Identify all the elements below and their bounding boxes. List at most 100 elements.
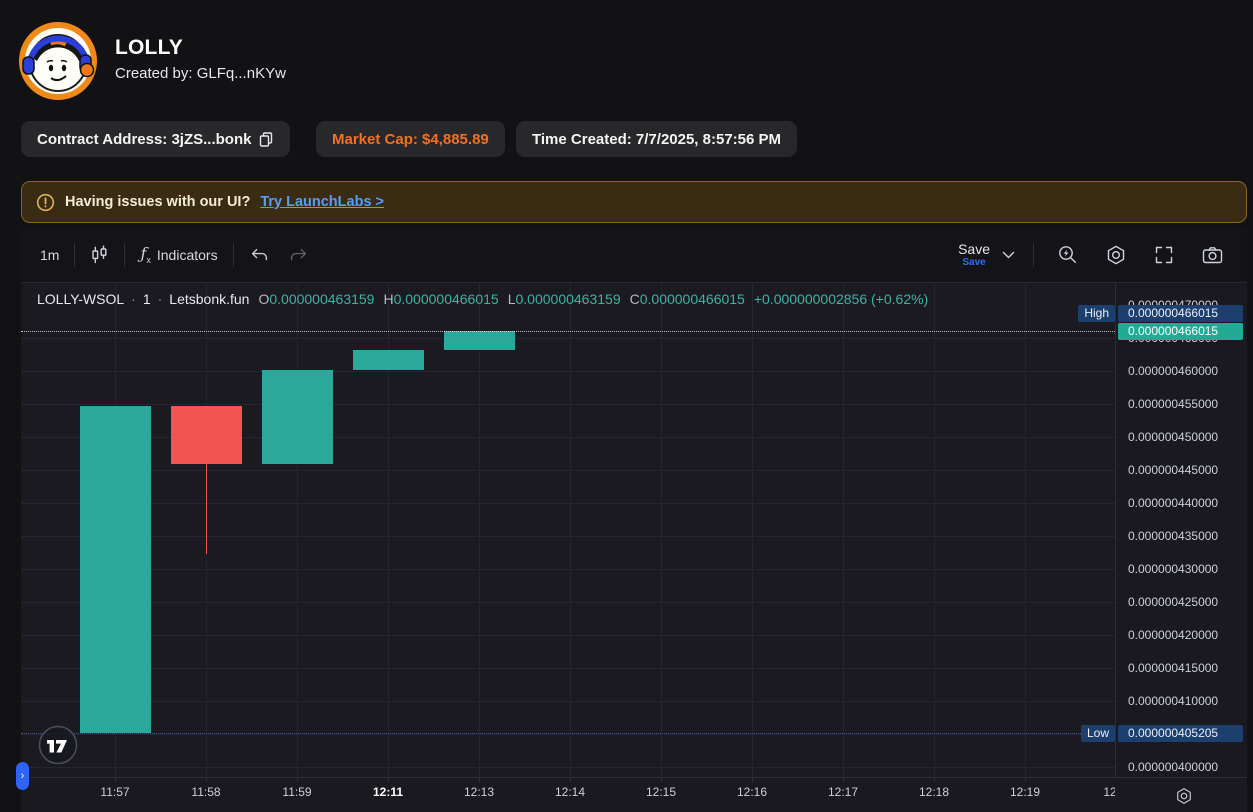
gridline-horizontal xyxy=(21,635,1115,636)
time-label: 12:17 xyxy=(828,785,858,799)
time-created-text: Time Created: 7/7/2025, 8:57:56 PM xyxy=(532,131,781,148)
time-tick xyxy=(661,778,662,782)
gridline-horizontal xyxy=(21,371,1115,372)
gridline-horizontal xyxy=(21,701,1115,702)
snapshot-button[interactable] xyxy=(1192,238,1233,272)
gridline-horizontal xyxy=(21,668,1115,669)
save-hint: Save xyxy=(962,258,985,268)
camera-icon xyxy=(1201,244,1224,266)
time-label: 12:11 xyxy=(373,785,403,799)
legend-high-value: 0.000000466015 xyxy=(394,291,499,307)
time-label: 11:57 xyxy=(100,785,129,799)
time-axis[interactable]: 11:5711:5811:5912:1112:1312:1412:1512:16… xyxy=(21,777,1247,812)
low-price-badge: 0.000000405205 xyxy=(1118,725,1243,742)
toolbar-left-group: 1m ƒx Indicators xyxy=(31,238,318,271)
left-panel-expand-tab[interactable]: › xyxy=(16,762,29,790)
contract-address-text: Contract Address: 3jZS...bonk xyxy=(37,131,251,148)
time-tick xyxy=(479,778,480,782)
gridline-horizontal xyxy=(21,503,1115,504)
market-cap-text: Market Cap: $4,885.89 xyxy=(332,131,489,148)
legend-open-key: O xyxy=(258,291,269,307)
chevron-down-icon xyxy=(1002,251,1015,260)
interval-label: 1m xyxy=(40,247,59,263)
time-label: 12:15 xyxy=(646,785,676,799)
high-tag: High xyxy=(1078,305,1115,322)
candle xyxy=(171,406,242,464)
time-tick xyxy=(843,778,844,782)
time-labels: 11:5711:5811:5912:1112:1312:1412:1512:16… xyxy=(21,778,1115,812)
gear-icon xyxy=(1105,244,1127,266)
price-tick-label: 0.000000435000 xyxy=(1128,529,1218,543)
high-price-badge: 0.000000466015 xyxy=(1118,305,1243,322)
chart-pane[interactable]: LOLLY-WSOL · 1 · Letsbonk.fun O 0.000000… xyxy=(21,283,1115,777)
current-price-line xyxy=(21,331,1115,332)
gridline-horizontal xyxy=(21,767,1115,768)
token-avatar xyxy=(18,21,98,101)
indicators-button[interactable]: ƒx Indicators xyxy=(131,238,226,271)
legend-open-value: 0.000000463159 xyxy=(269,291,374,307)
issues-banner: Having issues with our UI? Try LaunchLab… xyxy=(21,181,1247,223)
redo-button[interactable] xyxy=(279,241,318,270)
legend-symbol[interactable]: LOLLY-WSOL xyxy=(37,291,124,307)
search-lightning-icon xyxy=(1057,244,1079,266)
tradingview-logo[interactable] xyxy=(38,725,78,765)
candlestick-icon xyxy=(90,245,109,265)
time-label: 12:19 xyxy=(1010,785,1040,799)
low-price-line xyxy=(21,733,1115,734)
time-tick xyxy=(115,778,116,782)
price-tick-label: 0.000000415000 xyxy=(1128,661,1218,675)
legend-high-key: H xyxy=(383,291,393,307)
chart-widget: 1m ƒx Indicators xyxy=(21,228,1247,812)
gridline-horizontal xyxy=(21,404,1115,405)
legend-change: +0.000000002856 (+0.62%) xyxy=(754,291,928,307)
gridline-vertical xyxy=(661,283,662,777)
gridline-horizontal xyxy=(21,536,1115,537)
save-button[interactable]: Save Save xyxy=(958,242,990,268)
gridline-vertical xyxy=(297,283,298,777)
fullscreen-button[interactable] xyxy=(1144,238,1184,272)
page: LOLLY Created by: GLFq...nKYw Contract A… xyxy=(0,0,1253,812)
banner-message: Having issues with our UI? xyxy=(65,194,250,210)
gridline-horizontal xyxy=(21,470,1115,471)
axis-settings-gear-icon[interactable] xyxy=(1174,786,1194,806)
toolbar-separator xyxy=(74,243,75,267)
fullscreen-icon xyxy=(1153,244,1175,266)
redo-icon xyxy=(288,247,309,264)
price-tick-label: 0.000000425000 xyxy=(1128,595,1218,609)
interval-button[interactable]: 1m xyxy=(31,241,68,269)
candle xyxy=(444,331,515,350)
chart-legend: LOLLY-WSOL · 1 · Letsbonk.fun O 0.000000… xyxy=(37,291,928,307)
price-tick-label: 0.000000440000 xyxy=(1128,496,1218,510)
gridline-horizontal xyxy=(21,602,1115,603)
candle xyxy=(80,406,151,733)
time-tick xyxy=(388,778,389,782)
quick-search-button[interactable] xyxy=(1048,238,1088,272)
settings-button[interactable] xyxy=(1096,238,1136,272)
price-axis[interactable]: 0.0000004700000.0000004650000.0000004600… xyxy=(1115,283,1247,777)
gridline-horizontal xyxy=(21,734,1115,735)
copy-icon[interactable] xyxy=(258,131,274,148)
launchlabs-link[interactable]: Try LaunchLabs > xyxy=(260,194,384,210)
market-cap-pill: Market Cap: $4,885.89 xyxy=(316,121,505,157)
time-created-pill: Time Created: 7/7/2025, 8:57:56 PM xyxy=(516,121,797,157)
time-tick xyxy=(934,778,935,782)
time-label: 12:16 xyxy=(737,785,767,799)
time-label: 12:18 xyxy=(919,785,949,799)
time-label: 12:14 xyxy=(555,785,585,799)
legend-separator: · xyxy=(158,291,163,307)
price-tick-label: 0.000000445000 xyxy=(1128,463,1218,477)
contract-address-pill[interactable]: Contract Address: 3jZS...bonk xyxy=(21,121,290,157)
indicators-label: Indicators xyxy=(157,247,218,263)
gridline-vertical xyxy=(479,283,480,777)
gridline-vertical xyxy=(752,283,753,777)
time-tick xyxy=(570,778,571,782)
save-menu-chevron[interactable] xyxy=(998,245,1019,266)
chart-style-button[interactable] xyxy=(81,239,118,271)
price-tick-label: 0.000000430000 xyxy=(1128,562,1218,576)
save-label: Save xyxy=(958,242,990,256)
token-creator: Created by: GLFq...nKYw xyxy=(115,65,286,82)
time-label-clipped: 12:2 xyxy=(1103,785,1115,799)
legend-venue: Letsbonk.fun xyxy=(169,291,249,307)
legend-low-value: 0.000000463159 xyxy=(516,291,621,307)
undo-button[interactable] xyxy=(240,241,279,270)
